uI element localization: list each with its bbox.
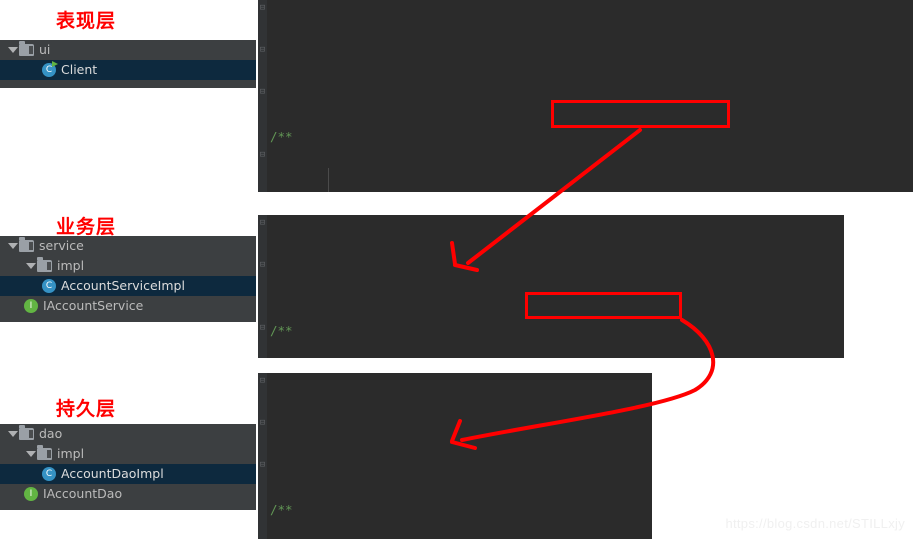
chevron-down-icon[interactable] (6, 40, 19, 60)
fold-marker-icon[interactable]: ⊟ (259, 377, 266, 386)
folder-icon (19, 425, 34, 440)
business-layer-title: 业务层 (56, 216, 117, 238)
fold-marker-icon[interactable]: ⊟ (259, 46, 266, 55)
fold-marker-icon[interactable]: ⊟ (259, 219, 266, 228)
java-interface-icon: I (24, 487, 38, 501)
tree-node-label: impl (57, 446, 85, 461)
project-tree-business: service impl C AccountServiceImpl I IAcc… (0, 236, 256, 322)
folder-icon (19, 41, 34, 56)
presentation-layer-title: 表现层 (56, 10, 117, 32)
tree-node-label: Client (61, 62, 98, 77)
chevron-down-icon[interactable] (24, 444, 37, 464)
tree-node-label: AccountServiceImpl (61, 278, 185, 293)
code-line: /** (270, 502, 293, 517)
tree-node-ui[interactable]: ui (0, 40, 256, 60)
folder-icon (19, 237, 34, 252)
folder-icon (37, 445, 52, 460)
tree-node-label: AccountDaoImpl (61, 466, 164, 481)
tree-node-account-dao-impl[interactable]: C AccountDaoImpl (0, 464, 256, 484)
indent-guide (328, 168, 329, 192)
tree-node-service-impl[interactable]: impl (0, 256, 256, 276)
code-text-client[interactable]: /** * 模拟表现层 */ public class Client { pub… (258, 63, 913, 192)
code-editor-account-dao-impl[interactable]: ⊟ ⊟ ⊟ /** * 账户的持久层实现类 */ public class Ac… (258, 373, 652, 539)
java-class-icon: C (42, 467, 56, 481)
project-tree-presentation: ui C Client (0, 40, 256, 88)
tree-node-iaccount-service[interactable]: I IAccountService (0, 296, 256, 316)
runnable-marker-icon (52, 61, 58, 67)
chevron-down-icon[interactable] (24, 256, 37, 276)
project-tree-persistence: dao impl C AccountDaoImpl I IAccountDao (0, 424, 256, 510)
code-editor-account-service-impl[interactable]: ⊟ ⊟ ⊟ /** * 账户的业务层实现类 */ public class Ac… (258, 215, 844, 358)
tree-node-client[interactable]: C Client (0, 60, 256, 80)
fold-marker-icon[interactable]: ⊟ (259, 419, 266, 428)
tree-node-label: impl (57, 258, 85, 273)
java-interface-icon: I (24, 299, 38, 313)
persistence-layer-title: 持久层 (56, 398, 117, 420)
java-class-icon: C (42, 279, 56, 293)
code-text-service[interactable]: /** * 账户的业务层实现类 */ public class AccountS… (258, 278, 844, 358)
chevron-down-icon[interactable] (6, 424, 19, 444)
fold-marker-icon[interactable]: ⊟ (259, 261, 266, 270)
code-text-dao[interactable]: /** * 账户的持久层实现类 */ public class AccountD… (258, 436, 652, 539)
fold-marker-icon[interactable]: ⊟ (259, 4, 266, 13)
tree-node-label: service (39, 238, 84, 253)
tree-node-dao-impl[interactable]: impl (0, 444, 256, 464)
tree-node-iaccount-dao[interactable]: I IAccountDao (0, 484, 256, 504)
java-class-icon: C (42, 61, 58, 77)
tree-node-label: IAccountDao (43, 486, 123, 501)
tree-node-label: dao (39, 426, 63, 441)
code-line: /** (270, 129, 293, 144)
tree-node-dao[interactable]: dao (0, 424, 256, 444)
watermark-text: https://blog.csdn.net/STILLxjy (725, 516, 905, 531)
tree-node-label: IAccountService (43, 298, 144, 313)
tree-node-label: ui (39, 42, 51, 57)
code-editor-client[interactable]: ⊟ ⊟ ⊟ ⊟ /** * 模拟表现层 */ public class Clie… (258, 0, 913, 192)
tree-node-account-service-impl[interactable]: C AccountServiceImpl (0, 276, 256, 296)
tree-node-service[interactable]: service (0, 236, 256, 256)
code-line: /** (270, 323, 293, 338)
chevron-down-icon[interactable] (6, 236, 19, 256)
folder-icon (37, 257, 52, 272)
code-line: * 模拟表现层 (270, 189, 913, 192)
